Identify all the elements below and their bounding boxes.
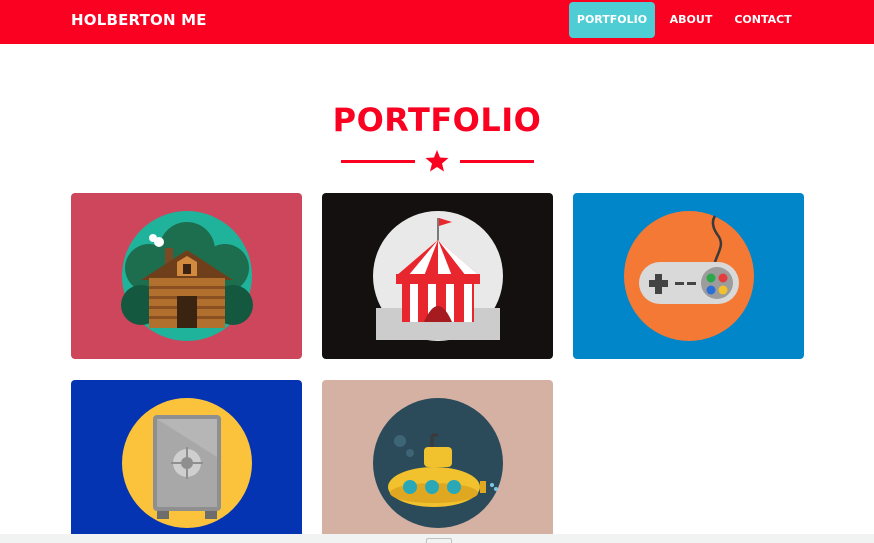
nav-contact[interactable]: CONTACT	[727, 2, 799, 38]
game-controller-icon	[624, 211, 754, 341]
portfolio-item-submarine[interactable]	[322, 380, 553, 543]
safe-icon	[122, 398, 252, 528]
bottom-scroll-area	[0, 534, 874, 543]
scroll-handle[interactable]	[426, 538, 452, 543]
star-icon	[425, 150, 449, 172]
brand-logo[interactable]: HOLBERTON ME	[71, 11, 207, 29]
divider-line-right	[460, 160, 534, 163]
title-divider	[341, 150, 534, 172]
cabin-icon	[121, 211, 253, 341]
portfolio-item-circus[interactable]	[322, 193, 553, 359]
portfolio-item-controller[interactable]	[573, 193, 804, 359]
circus-tent-icon	[373, 211, 503, 341]
portfolio-item-safe[interactable]	[71, 380, 302, 543]
submarine-icon	[373, 398, 503, 528]
portfolio-item-cabin[interactable]	[71, 193, 302, 359]
divider-line-left	[341, 160, 415, 163]
nav-about[interactable]: ABOUT	[661, 2, 721, 38]
nav-portfolio[interactable]: PORTFOLIO	[569, 2, 655, 38]
portfolio-title: PORTFOLIO	[332, 101, 542, 139]
navbar: HOLBERTON ME PORTFOLIO ABOUT CONTACT	[0, 0, 874, 44]
